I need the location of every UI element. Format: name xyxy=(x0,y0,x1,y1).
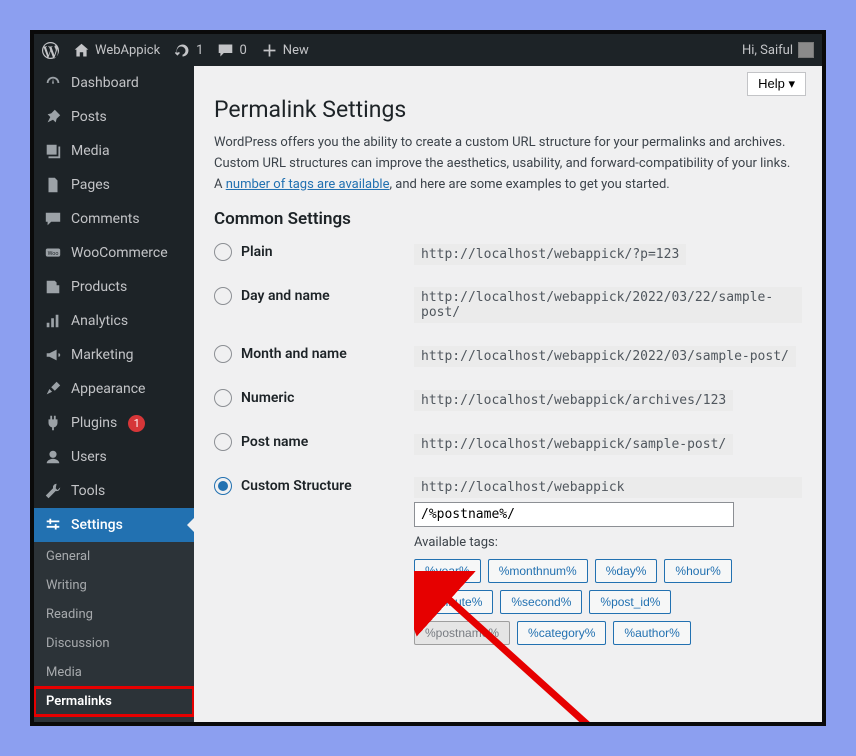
submenu-writing[interactable]: Writing xyxy=(34,571,194,600)
sliders-icon xyxy=(44,516,62,534)
radio-monthname[interactable] xyxy=(214,345,232,363)
permalink-opt-monthname: Month and name http://localhost/webappic… xyxy=(214,345,802,367)
common-settings-heading: Common Settings xyxy=(214,209,802,229)
sidebar-item-tools[interactable]: Tools xyxy=(34,474,194,508)
user-icon xyxy=(44,448,62,466)
permalink-opt-dayname: Day and name http://localhost/webappick/… xyxy=(214,287,802,323)
bars-icon xyxy=(44,312,62,330)
submenu-discussion[interactable]: Discussion xyxy=(34,629,194,658)
sidebar-item-pages[interactable]: Pages xyxy=(34,168,194,202)
sidebar-item-plugins[interactable]: Plugins 1 xyxy=(34,406,194,440)
sidebar-item-users[interactable]: Users xyxy=(34,440,194,474)
comment-bubble-icon xyxy=(217,42,234,59)
updates-link[interactable]: 1 xyxy=(174,42,203,59)
wordpress-icon xyxy=(42,42,59,59)
gauge-icon xyxy=(44,74,62,92)
example-numeric: http://localhost/webappick/archives/123 xyxy=(414,390,733,411)
available-tags-label: Available tags: xyxy=(414,535,802,550)
radio-numeric[interactable] xyxy=(214,389,232,407)
tag-year[interactable]: %year% xyxy=(414,559,481,583)
home-icon xyxy=(73,42,90,59)
radio-plain[interactable] xyxy=(214,243,232,261)
sidebar-item-marketing[interactable]: Marketing xyxy=(34,338,194,372)
wp-admin-window: WebAppick 1 0 New Hi, Saiful Dashboard xyxy=(30,30,826,726)
woo-icon: Woo xyxy=(44,244,62,262)
plug-icon xyxy=(44,414,62,432)
radio-dayname[interactable] xyxy=(214,287,232,305)
refresh-icon xyxy=(174,42,191,59)
main-content: Help ▾ Permalink Settings WordPress offe… xyxy=(194,66,822,722)
brush-icon xyxy=(44,380,62,398)
comments-link[interactable]: 0 xyxy=(217,42,246,59)
custom-url-prefix: http://localhost/webappick xyxy=(414,477,802,498)
tag-day[interactable]: %day% xyxy=(595,559,658,583)
custom-structure-input[interactable] xyxy=(414,502,734,527)
user-avatar-icon xyxy=(798,42,814,58)
submenu-reading[interactable]: Reading xyxy=(34,600,194,629)
example-postname: http://localhost/webappick/sample-post/ xyxy=(414,434,733,455)
example-monthname: http://localhost/webappick/2022/03/sampl… xyxy=(414,346,796,367)
pages-icon xyxy=(44,176,62,194)
megaphone-icon xyxy=(44,346,62,364)
page-title: Permalink Settings xyxy=(214,96,802,123)
sidebar-item-comments[interactable]: Comments xyxy=(34,202,194,236)
submenu-general[interactable]: General xyxy=(34,542,194,571)
permalink-opt-postname: Post name http://localhost/webappick/sam… xyxy=(214,433,802,455)
media-icon xyxy=(44,142,62,160)
tag-postname[interactable]: %postname% xyxy=(414,621,510,645)
admin-sidebar: Dashboard Posts Media Pages Comments Woo… xyxy=(34,66,194,722)
account-menu[interactable]: Hi, Saiful xyxy=(742,42,814,58)
pin-icon xyxy=(44,108,62,126)
radio-postname[interactable] xyxy=(214,433,232,451)
example-dayname: http://localhost/webappick/2022/03/22/sa… xyxy=(414,287,802,323)
comment-icon xyxy=(44,210,62,228)
permalink-opt-plain: Plain http://localhost/webappick/?p=123 xyxy=(214,243,802,265)
tag-minute[interactable]: %minute% xyxy=(414,590,493,614)
tag-category[interactable]: %category% xyxy=(517,621,606,645)
tag-postid[interactable]: %post_id% xyxy=(589,590,671,614)
permalink-opt-custom: Custom Structure http://localhost/webapp… xyxy=(214,477,802,645)
submenu-privacy[interactable]: Privacy xyxy=(34,716,194,722)
settings-submenu: General Writing Reading Discussion Media… xyxy=(34,542,194,722)
tag-hour[interactable]: %hour% xyxy=(664,559,731,583)
tag-author[interactable]: %author% xyxy=(613,621,690,645)
tag-monthnum[interactable]: %monthnum% xyxy=(488,559,588,583)
help-tab-button[interactable]: Help ▾ xyxy=(747,72,806,96)
product-icon xyxy=(44,278,62,296)
wp-logo-menu[interactable] xyxy=(42,42,59,59)
sidebar-item-analytics[interactable]: Analytics xyxy=(34,304,194,338)
plugins-update-badge: 1 xyxy=(128,415,145,432)
admin-toolbar: WebAppick 1 0 New Hi, Saiful xyxy=(34,34,822,66)
sidebar-item-appearance[interactable]: Appearance xyxy=(34,372,194,406)
sidebar-item-settings[interactable]: Settings xyxy=(34,508,194,542)
permalink-opt-numeric: Numeric http://localhost/webappick/archi… xyxy=(214,389,802,411)
sidebar-item-posts[interactable]: Posts xyxy=(34,100,194,134)
plus-icon xyxy=(261,42,278,59)
example-plain: http://localhost/webappick/?p=123 xyxy=(414,244,686,265)
submenu-permalinks[interactable]: Permalinks xyxy=(34,687,194,716)
sidebar-item-products[interactable]: Products xyxy=(34,270,194,304)
sidebar-item-woocommerce[interactable]: Woo WooCommerce xyxy=(34,236,194,270)
new-content-link[interactable]: New xyxy=(261,42,309,59)
site-link[interactable]: WebAppick xyxy=(73,42,160,59)
sidebar-item-media[interactable]: Media xyxy=(34,134,194,168)
svg-text:Woo: Woo xyxy=(48,251,59,257)
sidebar-item-dashboard[interactable]: Dashboard xyxy=(34,66,194,100)
radio-custom[interactable] xyxy=(214,477,232,495)
intro-tags-link[interactable]: number of tags are available xyxy=(226,177,390,192)
tag-second[interactable]: %second% xyxy=(500,590,582,614)
wrench-icon xyxy=(44,482,62,500)
submenu-media[interactable]: Media xyxy=(34,658,194,687)
intro-paragraph: WordPress offers you the ability to crea… xyxy=(214,133,802,195)
